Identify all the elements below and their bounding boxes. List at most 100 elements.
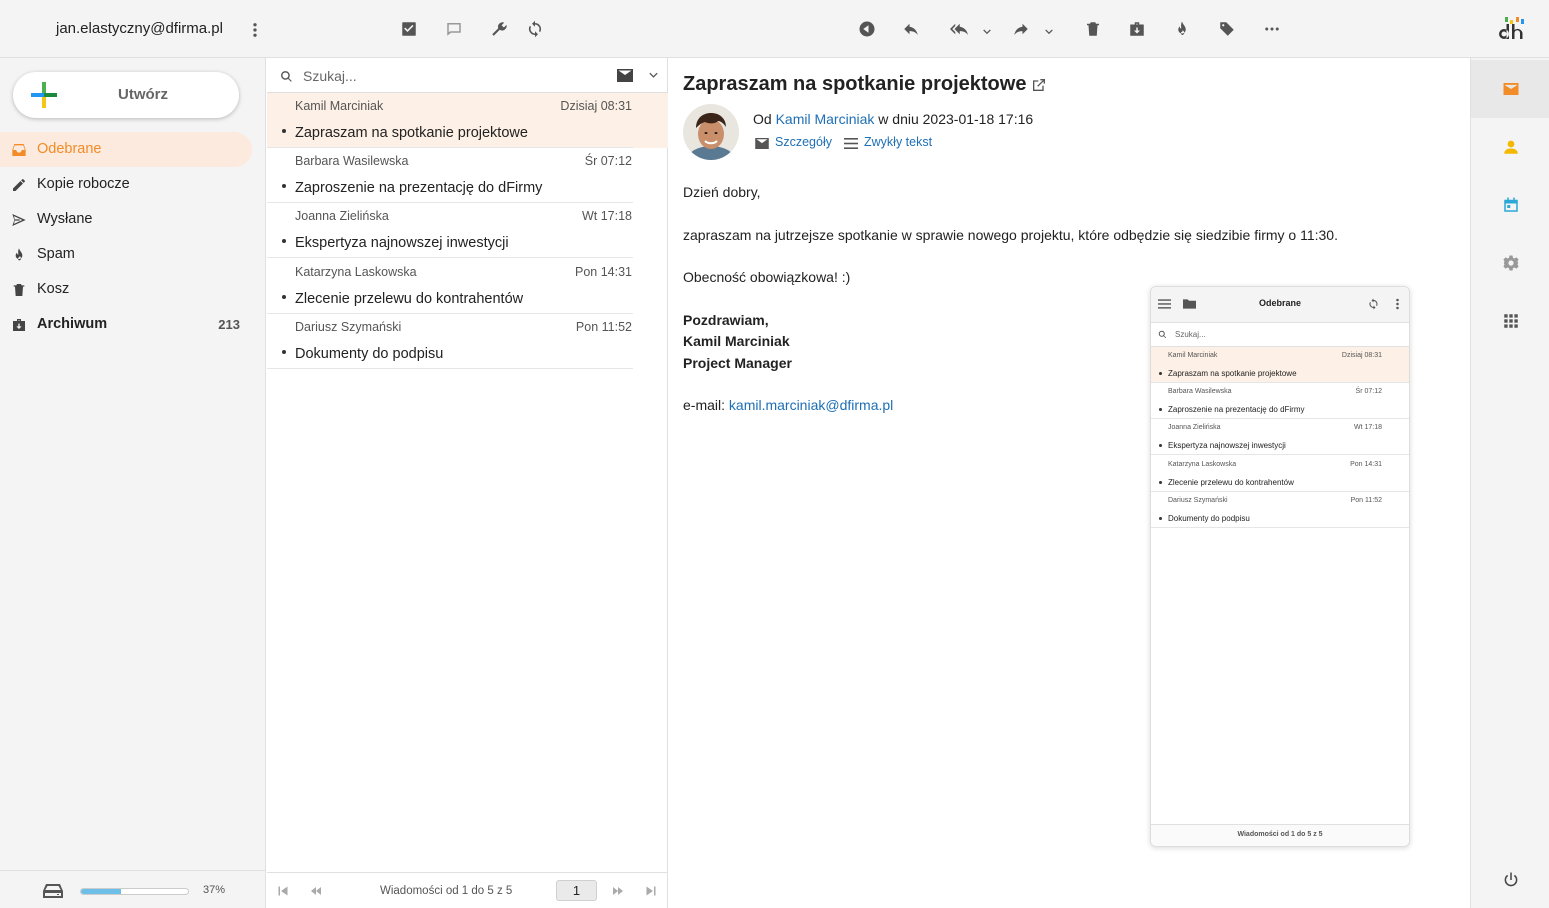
embedded-sender: Katarzyna Laskowska <box>1168 461 1237 468</box>
threads-icon[interactable] <box>441 16 467 42</box>
settings-wrench-icon[interactable] <box>486 16 512 42</box>
row-divider <box>267 257 633 258</box>
archive-icon[interactable] <box>1124 16 1150 42</box>
search-input[interactable] <box>303 66 593 86</box>
forward-dropdown-icon[interactable] <box>1041 24 1057 40</box>
details-link[interactable]: Szczegóły <box>775 135 832 149</box>
pencil-icon <box>11 177 27 193</box>
first-page-icon[interactable] <box>277 885 289 897</box>
envelope-icon <box>755 138 769 149</box>
embedded-unread-dot <box>1159 481 1162 484</box>
quota-percent: 37% <box>203 884 226 896</box>
embedded-subject: Ekspertyza najnowszej inwestycji <box>1168 441 1286 450</box>
app-switcher-rail <box>1470 58 1549 908</box>
previous-page-icon[interactable] <box>310 885 322 897</box>
embedded-unread-dot <box>1159 372 1162 375</box>
unread-dot <box>282 350 286 354</box>
search-icon <box>280 70 293 83</box>
message-row[interactable]: Barbara Wasilewska Śr 07:12 Zaproszenie … <box>267 148 668 203</box>
embedded-message-row: Katarzyna Laskowska Pon 14:31 Zlecenie p… <box>1151 456 1409 492</box>
contacts-person-icon <box>1503 140 1518 154</box>
reply-all-icon[interactable] <box>946 16 972 42</box>
message-title: Zapraszam na spotkanie projektowe <box>683 73 1027 95</box>
folder-sent[interactable]: Wysłane <box>0 202 252 237</box>
refresh-icon[interactable] <box>522 16 548 42</box>
folder-archive[interactable]: Archiwum 213 <box>0 307 252 342</box>
embedded-screenshot-image: Odebrane Szukaj... Kamil Marciniak Dzisi… <box>1150 286 1410 847</box>
message-subject: Zaproszenie na prezentację do dFirmy <box>295 180 543 196</box>
embedded-date: Dzisiaj 08:31 <box>1341 352 1382 359</box>
settings-app-button[interactable] <box>1471 234 1549 292</box>
message-row[interactable]: Katarzyna Laskowska Pon 14:31 Zlecenie p… <box>267 259 668 314</box>
apps-grid-icon <box>1503 314 1518 328</box>
envelope-filter-icon[interactable] <box>617 69 633 82</box>
message-row[interactable]: Joanna Zielińska Wt 17:18 Ekspertyza naj… <box>267 203 668 258</box>
row-divider <box>267 368 633 369</box>
sent-date: w dniu 2023-01-18 17:16 <box>878 111 1034 127</box>
select-checkbox-icon[interactable] <box>396 16 422 42</box>
email-prefix: e-mail: <box>683 397 726 413</box>
pager-info: Wiadomości od 1 do 5 z 5 <box>380 885 513 897</box>
folder-spam[interactable]: Spam <box>0 237 252 272</box>
next-page-icon[interactable] <box>612 885 624 897</box>
message-list-pane: Kamil Marciniak Dzisiaj 08:31 Zapraszam … <box>267 58 668 908</box>
folder-inbox[interactable]: Odebrane <box>0 132 252 167</box>
trash-icon <box>11 282 27 298</box>
folder-label: Odebrane <box>37 141 102 157</box>
last-page-icon[interactable] <box>645 885 657 897</box>
page-number-input[interactable]: 1 <box>556 880 597 901</box>
sender-avatar <box>683 104 739 160</box>
embedded-unread-dot <box>1159 444 1162 447</box>
plain-text-link[interactable]: Zwykły tekst <box>864 135 932 149</box>
calendar-icon <box>1503 197 1518 212</box>
send-icon <box>11 212 27 228</box>
logout-button[interactable] <box>1471 851 1549 908</box>
folder-drafts[interactable]: Kopie robocze <box>0 167 252 202</box>
folder-sidebar: Utwórz Odebrane Kopie robocze Wysłane Sp… <box>0 58 266 908</box>
email-link[interactable]: kamil.marciniak@dfirma.pl <box>729 397 893 413</box>
embedded-message-row: Dariusz Szymański Pon 11:52 Dokumenty do… <box>1151 492 1409 528</box>
folder-trash[interactable]: Kosz <box>0 272 252 307</box>
compose-label: Utwórz <box>118 86 168 103</box>
plain-text-icon <box>844 138 858 149</box>
forward-icon[interactable] <box>1008 16 1034 42</box>
embedded-subject: Zaproszenie na prezentację do dFirmy <box>1168 405 1305 414</box>
dh-logo <box>1496 14 1530 46</box>
embedded-date: Pon 14:31 <box>1350 461 1382 468</box>
apps-grid-button[interactable] <box>1471 292 1549 350</box>
open-external-icon[interactable] <box>1031 77 1047 93</box>
chevron-down-icon[interactable] <box>648 70 659 81</box>
folder-label: Wysłane <box>37 211 93 227</box>
account-menu-icon[interactable] <box>242 17 268 43</box>
message-row[interactable]: Dariusz Szymański Pon 11:52 Dokumenty do… <box>267 314 668 369</box>
compose-button[interactable]: Utwórz <box>13 72 239 118</box>
embedded-subject: Dokumenty do podpisu <box>1168 514 1250 523</box>
back-icon[interactable] <box>854 16 880 42</box>
folder-label: Archiwum <box>37 316 108 332</box>
sender-name-link[interactable]: Kamil Marciniak <box>776 111 875 127</box>
fire-icon <box>11 247 27 263</box>
tag-icon[interactable] <box>1214 16 1240 42</box>
reply-all-dropdown-icon[interactable] <box>979 24 995 40</box>
disk-icon <box>43 883 63 899</box>
delete-icon[interactable] <box>1080 16 1106 42</box>
contacts-app-button[interactable] <box>1471 118 1549 176</box>
power-icon <box>1504 872 1517 887</box>
folder-label: Spam <box>37 246 75 262</box>
embedded-message-row: Barbara Wasilewska Śr 07:12 Zaproszenie … <box>1151 383 1409 419</box>
calendar-app-button[interactable] <box>1471 176 1549 234</box>
message-sender: Kamil Marciniak <box>295 99 384 113</box>
top-toolbar: jan.elastyczny@dfirma.pl <box>0 0 1549 58</box>
more-icon[interactable] <box>1259 16 1285 42</box>
message-sender: Joanna Zielińska <box>295 209 389 223</box>
spam-fire-icon[interactable] <box>1169 16 1195 42</box>
embedded-divider <box>1151 454 1409 455</box>
mail-app-button[interactable] <box>1471 60 1549 118</box>
message-row[interactable]: Kamil Marciniak Dzisiaj 08:31 Zapraszam … <box>267 93 668 148</box>
unread-dot <box>282 239 286 243</box>
message-date: Wt 17:18 <box>581 209 632 223</box>
reply-icon[interactable] <box>898 16 924 42</box>
kebab-menu-icon <box>1391 298 1404 310</box>
mail-app: jan.elastyczny@dfirma.pl Utwórz Odebrane… <box>0 0 1549 908</box>
message-sender: Dariusz Szymański <box>295 320 402 334</box>
